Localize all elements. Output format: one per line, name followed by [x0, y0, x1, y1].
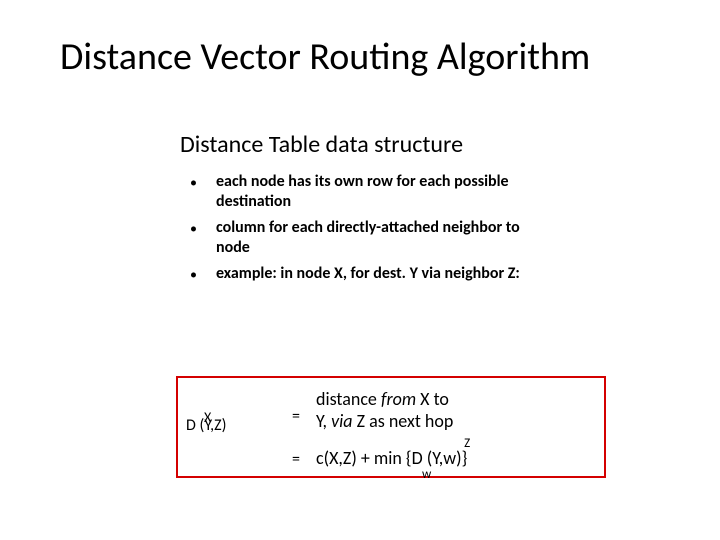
min-subscript: w [422, 467, 431, 482]
slide-subtitle: Distance Table data structure [180, 130, 463, 159]
bullet-text: each node has its own row for each possi… [216, 172, 550, 212]
bullet-dot-icon: • [190, 218, 216, 239]
rhs2-main: c(X,Z) + min {D (Y,w)} [316, 447, 467, 469]
bullet-text: example: in node X, for dest. Y via neig… [216, 264, 520, 284]
rhs1-italic: via [331, 410, 352, 432]
rhs1-italic: from [381, 388, 416, 410]
bullet-text: column for each directly-attached neighb… [216, 218, 550, 258]
bullet-dot-icon: • [190, 264, 216, 285]
bullet-list: • each node has its own row for each pos… [190, 172, 550, 291]
rhs2-text: c(X,Z) + min {D (Y,w)} Z [316, 447, 467, 469]
bullet-item: • column for each directly-attached neig… [190, 218, 550, 258]
rhs1-part: X to [416, 388, 449, 410]
rhs1-part: Z as next hop [353, 410, 454, 432]
equals-sign-1: = [292, 407, 300, 426]
slide-title: Distance Vector Routing Algorithm [60, 34, 590, 80]
rhs1-part: Y, [316, 410, 331, 432]
bullet-item: • each node has its own row for each pos… [190, 172, 550, 212]
formula-rhs-expression: c(X,Z) + min {D (Y,w)} Z [316, 447, 467, 469]
rhs1-part: distance [316, 388, 381, 410]
formula-lhs: X D (Y,Z) [186, 410, 226, 434]
bullet-dot-icon: • [190, 172, 216, 193]
slide: Distance Vector Routing Algorithm Distan… [0, 0, 720, 540]
formula-lhs-main: D (Y,Z) [186, 418, 226, 434]
equals-sign-2: = [292, 450, 300, 469]
formula-rhs-description: distance from X to Y, via Z as next hop [316, 388, 453, 432]
rhs2-superscript: Z [464, 436, 470, 451]
bullet-item: • example: in node X, for dest. Y via ne… [190, 264, 550, 285]
